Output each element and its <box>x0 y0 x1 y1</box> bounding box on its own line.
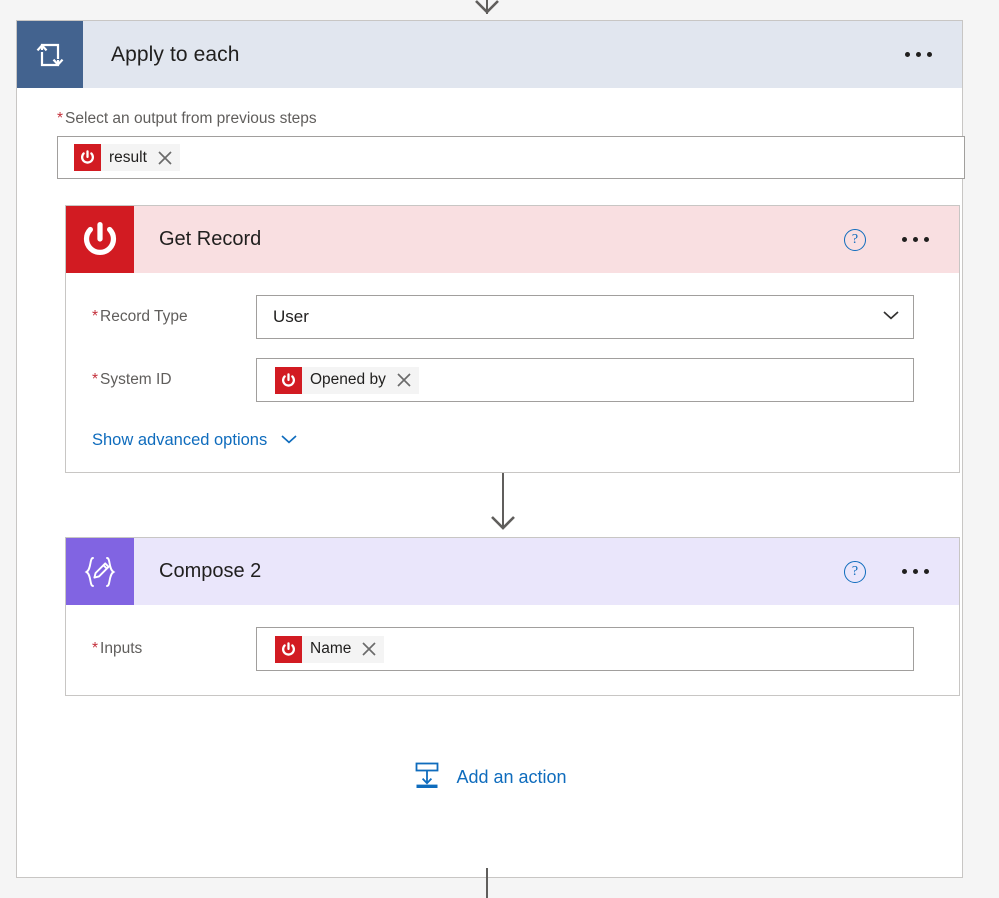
system-id-label-text: System ID <box>100 371 172 388</box>
add-an-action-label: Add an action <box>456 767 567 787</box>
apply-to-each-menu-button[interactable] <box>895 52 962 57</box>
record-type-value: User <box>273 307 309 326</box>
flow-designer-canvas: Apply to each * Select an output from pre… <box>0 0 999 898</box>
ellipsis-dot <box>913 237 918 242</box>
compose-2-title: Compose 2 <box>159 560 262 582</box>
system-id-row: * System ID Opened by <box>66 358 959 402</box>
get-record-menu-button[interactable] <box>892 237 959 242</box>
apply-to-each-card[interactable]: Apply to each * Select an output from pre… <box>16 20 965 878</box>
chevron-down-icon <box>881 308 901 326</box>
token-chip-name[interactable]: Name <box>275 635 385 663</box>
inputs-label-text: Inputs <box>100 640 143 657</box>
token-label: Opened by <box>310 371 386 388</box>
add-an-action-button[interactable]: Add an action <box>41 760 938 795</box>
get-record-header[interactable]: Get Record ? <box>66 206 959 273</box>
record-type-label-text: Record Type <box>100 308 188 325</box>
chevron-down-icon <box>279 431 299 450</box>
ellipsis-dot <box>924 569 929 574</box>
required-marker: * <box>92 308 99 325</box>
compose-2-body: * Inputs Name <box>66 605 959 671</box>
power-app-icon <box>275 635 302 663</box>
token-chip-opened-by[interactable]: Opened by <box>275 366 419 394</box>
record-type-dropdown[interactable]: User <box>256 295 914 339</box>
get-record-card[interactable]: Get Record ? * Record Type User * System… <box>65 205 960 473</box>
required-marker: * <box>57 110 64 127</box>
apply-to-each-header[interactable]: Apply to each <box>17 21 962 88</box>
connector-wrapper <box>41 473 938 537</box>
token-label: Name <box>310 640 352 657</box>
compose-icon <box>66 538 134 605</box>
system-id-input[interactable]: Opened by <box>256 358 914 402</box>
token-label: result <box>109 148 147 166</box>
power-app-icon <box>66 206 134 273</box>
loop-output-input[interactable]: result <box>57 136 965 179</box>
connector-get-record-to-compose <box>490 473 516 537</box>
compose-2-card[interactable]: Compose 2 ? * Inputs Name <box>65 537 960 696</box>
record-type-label: * Record Type <box>66 308 256 326</box>
ellipsis-dot <box>916 52 921 57</box>
insert-below-icon <box>412 760 442 795</box>
ellipsis-dot <box>902 569 907 574</box>
get-record-title: Get Record <box>159 228 262 250</box>
inputs-label: * Inputs <box>66 640 256 658</box>
connector-into-loop <box>474 0 500 22</box>
inputs-input[interactable]: Name <box>256 627 914 671</box>
ellipsis-dot <box>905 52 910 57</box>
inputs-row: * Inputs Name <box>66 627 959 671</box>
compose-2-menu-button[interactable] <box>892 569 959 574</box>
required-marker: * <box>92 371 99 388</box>
show-advanced-options-label: Show advanced options <box>92 431 268 449</box>
ellipsis-dot <box>902 237 907 242</box>
loop-input-label: * Select an output from previous steps <box>57 110 938 128</box>
compose-2-header[interactable]: Compose 2 ? <box>66 538 959 605</box>
power-app-icon <box>74 144 101 171</box>
get-record-body: * Record Type User * System ID Opened by… <box>66 273 959 472</box>
power-app-icon <box>275 366 302 394</box>
help-icon[interactable]: ? <box>844 228 866 251</box>
record-type-row: * Record Type User <box>66 295 959 339</box>
token-chip-result[interactable]: result <box>74 144 180 171</box>
apply-to-each-title: Apply to each <box>111 42 240 66</box>
system-id-label: * System ID <box>66 371 256 389</box>
ellipsis-dot <box>927 52 932 57</box>
ellipsis-dot <box>913 569 918 574</box>
close-icon[interactable] <box>393 367 415 394</box>
help-icon[interactable]: ? <box>844 560 866 583</box>
close-icon[interactable] <box>154 144 176 171</box>
apply-to-each-body: * Select an output from previous steps re… <box>17 88 965 877</box>
ellipsis-dot <box>924 237 929 242</box>
show-advanced-options-button[interactable]: Show advanced options <box>92 431 299 450</box>
required-marker: * <box>92 640 99 657</box>
close-icon[interactable] <box>358 636 380 663</box>
loop-icon <box>17 21 83 88</box>
loop-input-label-text: Select an output from previous steps <box>65 110 317 127</box>
